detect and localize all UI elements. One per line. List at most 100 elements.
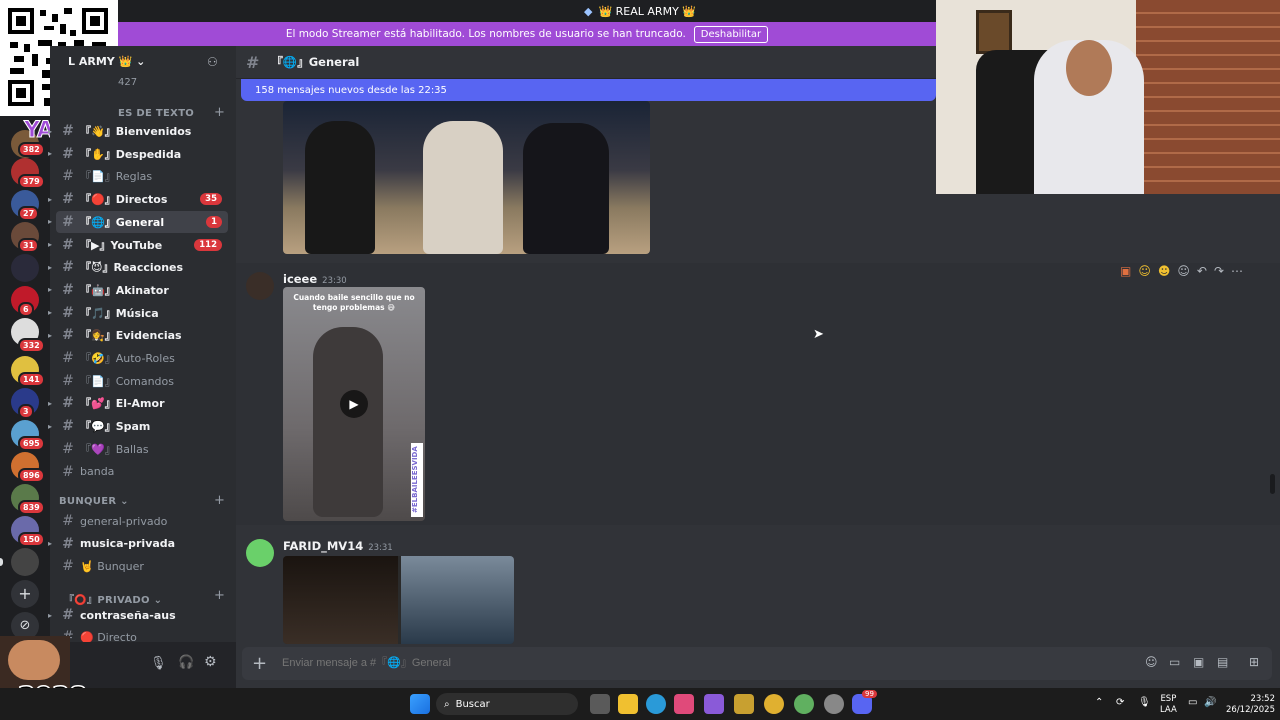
channel-item[interactable]: # 『📄』Comandos bbox=[56, 370, 228, 392]
add-channel-icon[interactable]: + bbox=[214, 493, 225, 508]
channel-item[interactable]: ▸ # 『👩‍⚖️』Evidencias bbox=[48, 324, 228, 346]
channel-item[interactable]: ▸ # 『🤖』Akinator bbox=[48, 279, 228, 301]
server-badge: 6 bbox=[18, 302, 34, 317]
more-options-icon[interactable]: ⋯ bbox=[1231, 264, 1243, 278]
task-view-icon[interactable] bbox=[590, 694, 610, 714]
server-badge: 3 bbox=[18, 404, 34, 419]
emoji-icon[interactable]: ☺ bbox=[1145, 655, 1158, 669]
unread-indicator-icon: ▸ bbox=[48, 217, 53, 227]
server-icon[interactable] bbox=[11, 548, 39, 576]
channel-item[interactable]: ▸ # 『💬』Spam bbox=[48, 415, 228, 437]
channel-item[interactable]: # 🤘 Bunquer bbox=[56, 555, 228, 577]
username[interactable]: iceee bbox=[283, 272, 317, 286]
hash-icon: # bbox=[62, 259, 74, 276]
clock[interactable]: 23:52 26/12/2025 bbox=[1226, 694, 1275, 716]
channel-label: 『💬』Spam bbox=[80, 420, 151, 434]
unread-indicator-icon: ▸ bbox=[48, 421, 53, 431]
search-label: Buscar bbox=[455, 698, 490, 710]
add-member-icon[interactable]: ⚇ bbox=[207, 55, 218, 69]
streamer-message: El modo Streamer está habilitado. Los no… bbox=[285, 28, 686, 40]
discord-badge: 99 bbox=[862, 690, 877, 698]
channel-item[interactable]: ▸ # 『🔴』Directos 35 bbox=[48, 188, 228, 210]
channel-item[interactable]: ▸ # 『😈』Reacciones bbox=[48, 256, 228, 278]
scrollbar-thumb[interactable] bbox=[1270, 474, 1275, 494]
language-indicator[interactable]: ESP LAA bbox=[1160, 694, 1177, 716]
chevron-up-icon[interactable]: ⌃ bbox=[1095, 697, 1103, 708]
hash-icon: # bbox=[246, 52, 260, 72]
message-input[interactable] bbox=[282, 653, 1082, 673]
unread-indicator-icon: ▸ bbox=[48, 610, 53, 620]
app-icon[interactable] bbox=[824, 694, 844, 714]
channel-item[interactable]: ▸ # 『🎵』Música bbox=[48, 302, 228, 324]
video-caption: Cuando baile sencillo que no tengo probl… bbox=[293, 293, 415, 312]
timestamp: 23:30 bbox=[322, 276, 347, 286]
photo-panel bbox=[283, 556, 398, 644]
channel-item[interactable]: ▸ # 『✋』Despedida bbox=[48, 143, 228, 165]
server-icon[interactable] bbox=[11, 254, 39, 282]
image-icon[interactable]: ▤ bbox=[1217, 655, 1228, 669]
app-icon[interactable] bbox=[704, 694, 724, 714]
channel-label: 『👋』Bienvenidos bbox=[80, 125, 192, 138]
add-channel-icon[interactable]: + bbox=[214, 105, 225, 120]
reaction-emoji-icon[interactable]: ▣ bbox=[1120, 264, 1131, 278]
image-attachment[interactable] bbox=[283, 556, 514, 644]
gift-icon[interactable]: ⊞ bbox=[1249, 655, 1259, 669]
channel-label: 『🤖』Akinator bbox=[80, 283, 169, 297]
reaction-emoji-icon[interactable]: ☺ bbox=[1138, 264, 1151, 278]
channel-label: 『🔴』Directos bbox=[80, 193, 168, 207]
channel-item[interactable]: ▸ # contraseña-aus bbox=[48, 604, 228, 626]
channel-item[interactable]: # banda bbox=[56, 461, 228, 483]
sticker-icon[interactable]: ▣ bbox=[1193, 655, 1204, 669]
windows-start-icon[interactable] bbox=[410, 694, 430, 714]
channel-item[interactable]: # 『💜』Ballas bbox=[56, 438, 228, 460]
new-messages-bar[interactable]: 158 mensajes nuevos desde las 22:35 bbox=[241, 79, 936, 101]
add-channel-icon[interactable]: + bbox=[214, 588, 225, 603]
reply-icon[interactable]: ↶ bbox=[1197, 264, 1207, 278]
category-text[interactable]: ES DE TEXTO bbox=[118, 108, 194, 119]
message-actions: ▣ ☺ ☻ ☺ ↶ ↷ ⋯ bbox=[1120, 260, 1260, 282]
server-badge: 150 bbox=[18, 532, 45, 547]
taskbar-search[interactable]: ⌕ Buscar bbox=[436, 693, 578, 715]
channel-item[interactable]: # 『📄』Reglas bbox=[56, 165, 228, 187]
server-name[interactable]: L ARMY 👑 ⌄ bbox=[68, 55, 145, 68]
avatar[interactable] bbox=[246, 539, 274, 567]
file-explorer-icon[interactable] bbox=[618, 694, 638, 714]
channel-label: 『✋』Despedida bbox=[80, 147, 182, 161]
username[interactable]: FARID_MV14 bbox=[283, 539, 363, 553]
chrome-icon[interactable] bbox=[764, 694, 784, 714]
channel-label: 『😈』Reacciones bbox=[80, 261, 184, 275]
channel-item[interactable]: ▸ # musica-privada bbox=[48, 533, 228, 555]
channel-item[interactable]: ▸ # 『💕』El-Amor bbox=[48, 392, 228, 414]
play-icon[interactable]: ▶ bbox=[340, 390, 368, 418]
channel-item[interactable]: ▸ # 『🌐』General 1 bbox=[48, 210, 228, 233]
reaction-emoji-icon[interactable]: ☻ bbox=[1158, 264, 1171, 278]
chrome-icon[interactable] bbox=[794, 694, 814, 714]
attach-plus-icon[interactable]: + bbox=[252, 653, 267, 674]
image-attachment[interactable] bbox=[283, 101, 650, 254]
channel-item[interactable]: ▸ # 『👋』Bienvenidos bbox=[48, 120, 228, 142]
headphones-icon[interactable]: 🎧 bbox=[178, 655, 194, 670]
channel-title: 『🌐』General bbox=[271, 55, 360, 69]
edge-browser-icon[interactable] bbox=[646, 694, 666, 714]
microphone-icon[interactable]: 🎙 bbox=[1138, 697, 1151, 708]
hash-icon: # bbox=[62, 535, 74, 552]
channel-item[interactable]: ▸ # 『▶』YouTube 112 bbox=[48, 234, 228, 256]
video-attachment[interactable]: Cuando baile sencillo que no tengo probl… bbox=[283, 287, 425, 521]
add-reaction-icon[interactable]: ☺ bbox=[1177, 264, 1190, 278]
channel-item[interactable]: # 『🤣』Auto-Roles bbox=[56, 347, 228, 369]
disable-streamer-button[interactable]: Deshabilitar bbox=[693, 25, 769, 43]
sync-icon[interactable]: ⟳ bbox=[1116, 697, 1124, 708]
add-server-icon[interactable]: + bbox=[11, 580, 39, 608]
avatar[interactable] bbox=[246, 272, 274, 300]
app-icon[interactable] bbox=[734, 694, 754, 714]
forward-icon[interactable]: ↷ bbox=[1214, 264, 1224, 278]
channel-item[interactable]: # general-privado bbox=[56, 510, 228, 532]
app-icon[interactable] bbox=[674, 694, 694, 714]
channel-header: # 『🌐』General bbox=[236, 46, 936, 79]
settings-gear-icon[interactable]: ⚙ bbox=[204, 654, 217, 670]
category-bunker[interactable]: BUNQUER ⌄ bbox=[59, 496, 129, 507]
microphone-icon[interactable]: 🎙 bbox=[150, 656, 167, 671]
volume-icon[interactable]: 🔊 bbox=[1204, 697, 1216, 708]
network-icon[interactable]: ▭ bbox=[1188, 697, 1197, 708]
gif-icon[interactable]: ▭ bbox=[1169, 655, 1180, 669]
